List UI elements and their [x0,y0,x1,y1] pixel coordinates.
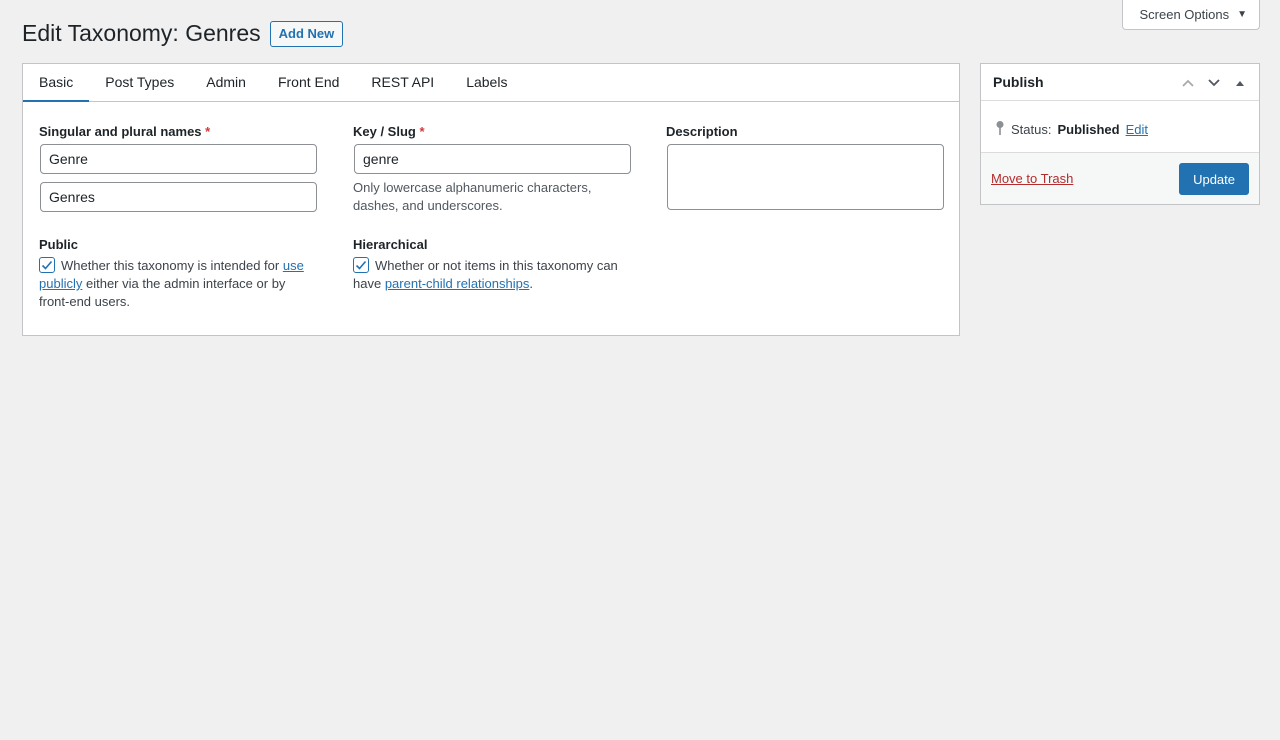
public-checkbox[interactable] [39,257,55,273]
tab-labels[interactable]: Labels [450,64,523,102]
status-value: Published [1057,122,1120,137]
public-label: Public [39,237,79,252]
settings-tabs: Basic Post Types Admin Front End REST AP… [23,64,959,102]
checkmark-icon [355,260,367,270]
public-option: Whether this taxonomy is intended for us… [39,257,319,311]
page-header: Edit Taxonomy: Genres Add New [22,20,344,47]
screen-options-label: Screen Options [1139,7,1230,22]
hierarchical-option: Whether or not items in this taxonomy ca… [353,257,623,293]
publish-panel: Publish Status: Published Edit Move to T… [980,63,1260,205]
tab-basic[interactable]: Basic [23,64,90,102]
hierarchical-checkbox[interactable] [353,257,369,273]
status-label: Status: [1011,122,1052,137]
pin-icon [995,120,1005,139]
panel-controls [1177,64,1251,101]
add-new-button[interactable]: Add New [269,20,344,47]
publish-header: Publish [981,64,1259,101]
caret-down-icon: ▼ [1237,9,1247,20]
status-edit-link[interactable]: Edit [1126,122,1148,137]
publish-title: Publish [993,74,1044,90]
hierarchical-text-after: . [529,276,533,291]
tab-post-types[interactable]: Post Types [89,64,190,102]
collapse-toggle-icon[interactable] [1229,72,1251,94]
taxonomy-settings-panel: Basic Post Types Admin Front End REST AP… [22,63,960,336]
status-row: Status: Published Edit [995,120,1148,139]
hierarchical-label: Hierarchical [353,237,428,252]
screen-options-toggle[interactable]: Screen Options ▼ [1122,0,1260,30]
move-up-icon[interactable] [1177,72,1199,94]
singular-name-input[interactable] [40,144,317,174]
public-text-before: Whether this taxonomy is intended for [61,258,280,273]
slug-label-text: Key / Slug [353,124,416,139]
slug-help-text: Only lowercase alphanumeric characters, … [353,180,592,213]
names-label-text: Singular and plural names [39,124,202,139]
tab-front-end[interactable]: Front End [262,64,355,102]
required-marker: * [205,124,211,139]
names-label: Singular and plural names * [39,124,210,139]
description-label: Description [666,124,738,139]
parent-child-link[interactable]: parent-child relationships [385,276,530,291]
update-button[interactable]: Update [1179,163,1249,195]
publish-actions: Move to Trash Update [981,152,1259,204]
tab-rest-api[interactable]: REST API [355,64,450,102]
move-down-icon[interactable] [1203,72,1225,94]
required-marker: * [419,124,425,139]
move-to-trash-link[interactable]: Move to Trash [991,171,1073,186]
slug-label: Key / Slug * [353,124,425,139]
slug-input[interactable] [354,144,631,174]
checkmark-icon [41,260,53,270]
description-textarea[interactable] [667,144,944,210]
tab-admin[interactable]: Admin [190,64,262,102]
plural-name-input[interactable] [40,182,317,212]
page-title: Edit Taxonomy: Genres [22,20,261,46]
